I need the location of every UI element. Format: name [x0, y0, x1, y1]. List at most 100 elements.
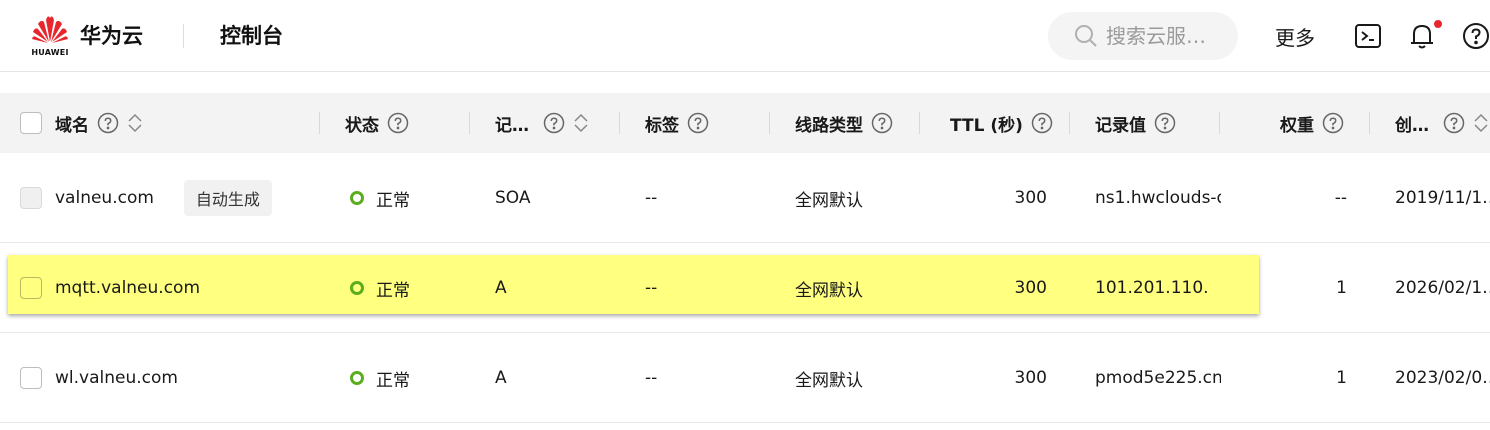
status-ok-icon: [350, 191, 364, 205]
column-header-weight: 权重: [1280, 93, 1344, 153]
weight-cell: 1: [1336, 278, 1347, 298]
column-header-ttl: TTL (秒): [950, 93, 1053, 153]
console-title[interactable]: 控制台: [220, 20, 283, 50]
search-icon: [1075, 25, 1097, 47]
status-text: 正常: [376, 190, 410, 211]
row-checkbox[interactable]: [20, 367, 42, 389]
line-type-cell: 全网默认: [795, 190, 863, 211]
row-checkbox: [20, 187, 42, 209]
question-icon[interactable]: [97, 112, 119, 134]
header-divider: [183, 24, 184, 48]
record-value-cell: ns1.hwclouds-dı: [1095, 188, 1221, 208]
notifications-button[interactable]: [1408, 20, 1442, 50]
question-icon[interactable]: [387, 112, 409, 134]
weight-cell: --: [1334, 188, 1347, 208]
status-cell: 正常: [350, 153, 460, 243]
top-bar: HUAWEI 华为云 控制台 更多: [0, 0, 1490, 72]
select-all-checkbox[interactable]: [20, 112, 42, 134]
record-type-cell: A: [495, 368, 507, 388]
column-header-record-type: 记…: [495, 93, 589, 153]
column-separator[interactable]: [1219, 112, 1220, 134]
domain-cell: mqtt.valneu.com: [55, 243, 315, 333]
column-separator[interactable]: [919, 112, 920, 134]
column-header-tags: 标签: [645, 93, 709, 153]
status-text: 正常: [376, 280, 410, 301]
tags-cell: --: [645, 278, 658, 298]
column-label: 标签: [645, 115, 679, 136]
line-type-cell: 全网默认: [795, 370, 863, 391]
question-icon[interactable]: [1154, 112, 1176, 134]
weight-cell: 1: [1336, 368, 1347, 388]
domain-cell: valneu.com 自动生成: [55, 153, 315, 243]
notification-dot: [1434, 20, 1442, 28]
domain-name[interactable]: mqtt.valneu.com: [55, 278, 200, 298]
global-search[interactable]: [1048, 12, 1238, 60]
column-label: 线路类型: [795, 115, 863, 136]
column-label: 权重: [1280, 115, 1314, 136]
column-separator[interactable]: [769, 112, 770, 134]
tags-cell: --: [645, 188, 658, 208]
record-value-cell: pmod5e225.cna: [1095, 368, 1221, 388]
record-type-cell: SOA: [495, 188, 531, 208]
created-cell: 2026/02/1…: [1395, 278, 1490, 298]
column-label: 记录值: [1095, 115, 1146, 136]
row-checkbox[interactable]: [20, 277, 42, 299]
column-header-line-type: 线路类型: [795, 93, 893, 153]
huawei-logo[interactable]: HUAWEI: [28, 14, 72, 58]
question-icon[interactable]: [1322, 112, 1344, 134]
column-separator[interactable]: [619, 112, 620, 134]
table-row[interactable]: mqtt.valneu.com 正常 A -- 全网默认 300 101.201…: [0, 243, 1490, 333]
status-ok-icon: [350, 371, 364, 385]
search-input[interactable]: [1106, 24, 1236, 48]
domain-cell: wl.valneu.com: [55, 333, 315, 423]
table-row[interactable]: valneu.com 自动生成 正常 SOA -- 全网默认 300 ns1.h…: [0, 153, 1490, 243]
huawei-logo-mark-icon: [32, 16, 68, 43]
sort-icon[interactable]: [1473, 112, 1489, 134]
table-header: 域名 状态 记… 标签 线路类型 TTL (秒) 记录值 权重 创…: [0, 93, 1490, 153]
line-type-cell: 全网默认: [795, 280, 863, 301]
question-icon[interactable]: [871, 112, 893, 134]
domain-name[interactable]: wl.valneu.com: [55, 368, 178, 388]
logo-wordmark: HUAWEI: [31, 48, 69, 57]
terminal-button[interactable]: [1354, 22, 1382, 50]
column-header-status: 状态: [345, 93, 409, 153]
record-value-cell: 101.201.110.: [1095, 278, 1209, 298]
column-label: 记…: [495, 115, 529, 136]
question-icon[interactable]: [1031, 112, 1053, 134]
sort-icon[interactable]: [573, 112, 589, 134]
question-icon[interactable]: [1443, 112, 1465, 134]
help-button[interactable]: [1462, 22, 1490, 50]
terminal-icon: [1355, 24, 1381, 48]
table-row[interactable]: wl.valneu.com 正常 A -- 全网默认 300 pmod5e225…: [0, 333, 1490, 423]
tags-cell: --: [645, 368, 658, 388]
column-separator[interactable]: [469, 112, 470, 134]
column-header-created: 创…: [1395, 93, 1489, 153]
question-icon[interactable]: [687, 112, 709, 134]
column-label: 状态: [345, 115, 379, 136]
column-label: TTL (秒): [950, 115, 1023, 136]
column-separator[interactable]: [1069, 112, 1070, 134]
sort-icon[interactable]: [127, 112, 143, 134]
column-header-domain: 域名: [55, 93, 143, 153]
status-text: 正常: [376, 370, 410, 391]
status-ok-icon: [350, 281, 364, 295]
ttl-cell: 300: [1014, 278, 1047, 298]
column-separator[interactable]: [319, 112, 320, 134]
status-cell: 正常: [350, 243, 460, 333]
created-cell: 2023/02/0…: [1395, 368, 1490, 388]
column-separator[interactable]: [1369, 112, 1370, 134]
ttl-cell: 300: [1014, 188, 1047, 208]
status-cell: 正常: [350, 333, 460, 423]
created-cell: 2019/11/1…: [1395, 188, 1490, 208]
ttl-cell: 300: [1014, 368, 1047, 388]
question-icon[interactable]: [543, 112, 565, 134]
record-type-cell: A: [495, 278, 507, 298]
bell-icon: [1411, 24, 1433, 49]
column-label: 创…: [1395, 115, 1429, 136]
column-header-record-value: 记录值: [1095, 93, 1176, 153]
help-icon: [1463, 23, 1489, 49]
more-menu[interactable]: 更多: [1275, 22, 1315, 51]
column-label: 域名: [55, 115, 89, 136]
brand-name[interactable]: 华为云: [80, 20, 143, 50]
domain-name[interactable]: valneu.com: [55, 188, 154, 208]
